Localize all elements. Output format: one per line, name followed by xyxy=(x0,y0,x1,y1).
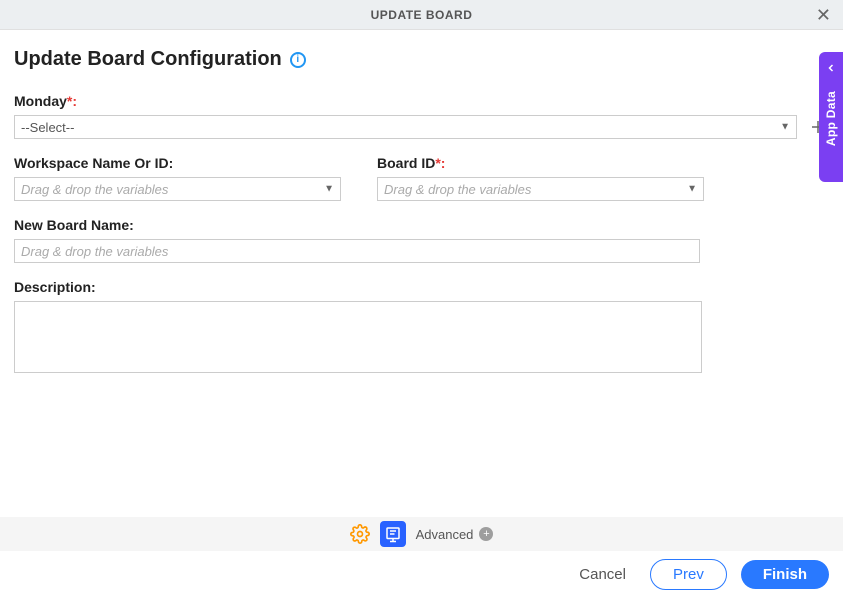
new-board-name-field: New Board Name: Drag & drop the variable… xyxy=(14,217,829,263)
prev-button[interactable]: Prev xyxy=(650,559,727,590)
monday-field: Monday*: --Select-- ▼ xyxy=(14,93,797,139)
gear-icon[interactable] xyxy=(350,524,370,544)
close-icon[interactable]: ✕ xyxy=(816,6,831,24)
cancel-button[interactable]: Cancel xyxy=(569,560,636,589)
advanced-button-label: Advanced xyxy=(416,527,474,542)
new-board-name-input[interactable]: Drag & drop the variables xyxy=(14,239,700,263)
chevron-down-icon: ▼ xyxy=(324,184,334,195)
chevron-down-icon: ▼ xyxy=(780,122,790,133)
app-data-label: App Data xyxy=(824,91,838,146)
chevron-down-icon: ▼ xyxy=(687,184,697,195)
footer: Cancel Prev Finish xyxy=(0,551,843,597)
new-board-name-label: New Board Name: xyxy=(14,217,829,233)
chevron-left-icon xyxy=(825,62,837,77)
monday-select[interactable]: --Select-- ▼ xyxy=(14,115,797,139)
monday-row: Monday*: --Select-- ▼ xyxy=(14,93,829,139)
monday-label: Monday*: xyxy=(14,93,797,109)
board-id-field: Board ID*: Drag & drop the variables ▼ xyxy=(377,155,704,201)
board-id-input[interactable]: Drag & drop the variables ▼ xyxy=(377,177,704,201)
modal-header-title: UPDATE BOARD xyxy=(371,8,473,22)
modal-body: Update Board Configuration i Monday*: --… xyxy=(0,30,843,410)
workspace-label: Workspace Name Or ID: xyxy=(14,155,341,171)
monday-select-value: --Select-- xyxy=(21,120,74,135)
description-field: Description: xyxy=(14,279,829,376)
advanced-button[interactable]: Advanced + xyxy=(416,527,494,542)
workspace-placeholder: Drag & drop the variables xyxy=(21,182,168,197)
workspace-input[interactable]: Drag & drop the variables ▼ xyxy=(14,177,341,201)
workspace-field: Workspace Name Or ID: Drag & drop the va… xyxy=(14,155,341,201)
description-label: Description: xyxy=(14,279,829,295)
board-id-placeholder: Drag & drop the variables xyxy=(384,182,531,197)
page-title: Update Board Configuration xyxy=(14,48,282,71)
modal-header: UPDATE BOARD ✕ xyxy=(0,0,843,30)
plus-circle-icon: + xyxy=(479,527,493,541)
page-title-row: Update Board Configuration i xyxy=(14,48,829,71)
finish-button[interactable]: Finish xyxy=(741,560,829,589)
bottom-toolbar: Advanced + xyxy=(0,517,843,551)
two-col-row: Workspace Name Or ID: Drag & drop the va… xyxy=(14,155,829,201)
description-textarea[interactable] xyxy=(14,301,702,373)
board-id-label: Board ID*: xyxy=(377,155,704,171)
info-icon[interactable]: i xyxy=(290,52,306,68)
configure-icon[interactable] xyxy=(380,521,406,547)
new-board-name-placeholder: Drag & drop the variables xyxy=(21,244,168,259)
app-data-sidebar-tab[interactable]: App Data xyxy=(819,52,843,182)
